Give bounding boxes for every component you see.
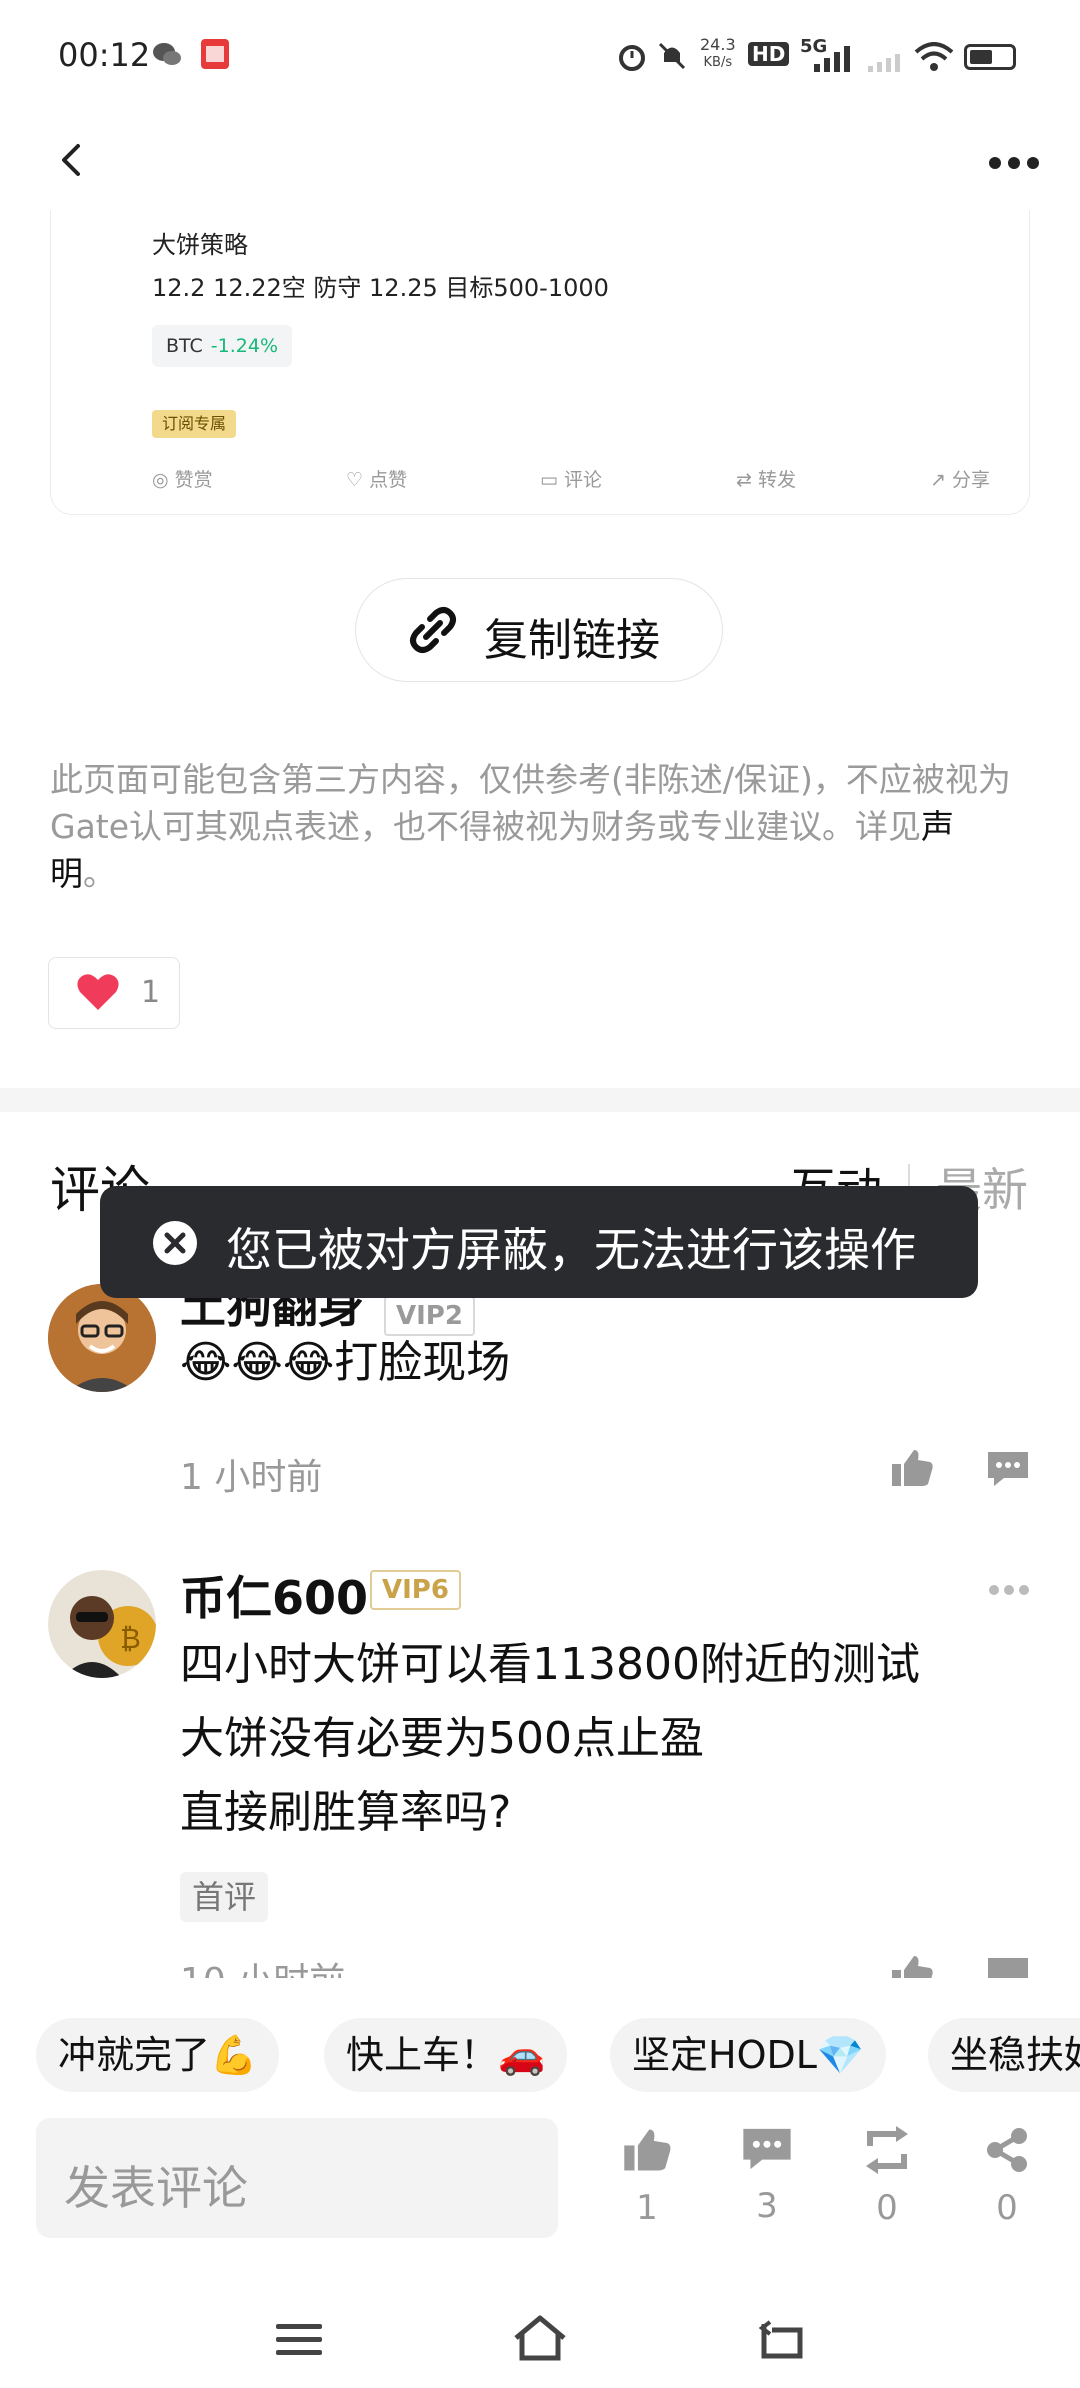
bottom-repost-count: 0: [876, 2188, 898, 2228]
more-options-icon[interactable]: [988, 156, 1040, 170]
comment-text-line: 大饼没有必要为500点止盈: [180, 1713, 704, 1764]
comment-input[interactable]: 发表评论: [36, 2118, 558, 2238]
wechat-icon: [153, 43, 181, 65]
bottom-share-button[interactable]: 0: [962, 2126, 1052, 2228]
bottom-comment-button[interactable]: 3: [722, 2126, 812, 2226]
share-icon: [987, 2128, 1027, 2172]
bottom-like-count: 1: [636, 2188, 658, 2228]
ticker-chip[interactable]: BTC -1.24%: [152, 325, 293, 367]
net-speed: 24.3 KB/s: [700, 35, 736, 71]
comment-author[interactable]: 币仁600: [180, 1562, 368, 1628]
subscription-badge-label: 订阅专属: [162, 414, 227, 433]
status-bar: 00:12 24.3 KB/s HD 5G: [0, 0, 1080, 110]
back-nav-icon[interactable]: [756, 2320, 804, 2360]
mute-icon: [658, 42, 686, 70]
comments-list: 土狗翻身 VIP2 😂😂😂打脸现场 1 小时前 ₿ 币仁600 VIP6 四小时…: [0, 1270, 1080, 1978]
section-divider: [0, 1088, 1080, 1112]
home-icon[interactable]: [512, 2314, 568, 2362]
first-comment-tag: 首评: [180, 1872, 269, 1922]
bottom-like-button[interactable]: 1: [602, 2126, 692, 2228]
reply-icon[interactable]: [986, 1956, 1030, 1978]
system-nav-bar: [0, 2280, 1080, 2388]
card-action-tip: ◎ 赞赏: [152, 469, 213, 491]
alarm-icon: [619, 45, 645, 71]
app-notification-icon: [201, 39, 229, 69]
comment-time: 10 小时前: [180, 1952, 345, 1978]
post-title: 大饼策略: [152, 231, 248, 259]
thumbs-up-icon[interactable]: [890, 1954, 934, 1978]
status-time: 00:12: [58, 36, 151, 74]
quick-reply-chip[interactable]: 坚定HODL💎: [610, 2018, 887, 2092]
error-close-icon: [153, 1221, 197, 1265]
disclaimer-text: 此页面可能包含第三方内容，仅供参考(非陈述/保证)，不应被视为Gate认可其观点…: [50, 760, 1011, 893]
repost-icon: [866, 2126, 908, 2174]
post-body: 12.2 12.22空 防守 12.25 目标500-1000: [152, 274, 609, 302]
menu-icon[interactable]: [276, 2322, 322, 2358]
avatar-portrait-icon: [48, 1284, 156, 1392]
back-arrow-icon[interactable]: [52, 140, 92, 180]
subscription-badge: 订阅专属: [152, 410, 237, 438]
thumbs-up-icon: [624, 2129, 671, 2171]
comment-input-placeholder: 发表评论: [64, 2161, 248, 2215]
bottom-share-count: 0: [996, 2188, 1018, 2228]
svg-text:₿: ₿: [120, 1622, 141, 1655]
battery-icon: [964, 44, 1016, 70]
comment-text-line: 直接刷胜算率吗?: [180, 1787, 512, 1838]
card-action-comment: ▭ 评论: [540, 469, 603, 491]
hd-icon: HD: [748, 42, 790, 66]
comment-time: 1 小时前: [180, 1457, 323, 1498]
ticker-symbol: BTC: [166, 335, 203, 357]
avatar-portrait-icon: ₿: [48, 1570, 156, 1678]
link-icon: [410, 607, 456, 653]
signal-5g-icon: [814, 46, 850, 72]
signal-sim2-icon: [868, 54, 900, 72]
thumbs-up-icon[interactable]: [890, 1448, 934, 1488]
comment-icon: [743, 2128, 791, 2170]
comment-text-line: 四小时大饼可以看113800附近的测试: [180, 1639, 920, 1690]
comment-more-icon[interactable]: [988, 1584, 1030, 1596]
avatar[interactable]: [48, 1284, 156, 1392]
toast-text: 您已被对方屏蔽，无法进行该操作: [226, 1223, 916, 1277]
reply-icon[interactable]: [986, 1450, 1030, 1488]
ticker-change: -1.24%: [210, 335, 279, 357]
copy-link-label: 复制链接: [484, 615, 660, 666]
heart-icon: [77, 974, 119, 1010]
card-action-share: ↗ 分享: [930, 469, 990, 491]
quick-reply-chip[interactable]: 冲就完了💪: [36, 2018, 280, 2092]
vip-badge: VIP6: [370, 1570, 461, 1610]
post-like-count: 1: [141, 975, 161, 1010]
bottom-repost-button[interactable]: 0: [842, 2126, 932, 2228]
card-action-repost: ⇄ 转发: [736, 469, 796, 491]
quick-reply-chip[interactable]: 快上车！🚗: [324, 2018, 568, 2092]
wifi-icon: [914, 42, 954, 71]
card-action-like: ♡ 点赞: [346, 469, 408, 491]
avatar[interactable]: ₿: [48, 1570, 156, 1678]
comment-text: 😂😂😂打脸现场: [180, 1337, 511, 1388]
bottom-comment-count: 3: [756, 2186, 778, 2226]
quick-reply-chip[interactable]: 坐稳扶好: [928, 2018, 1080, 2092]
